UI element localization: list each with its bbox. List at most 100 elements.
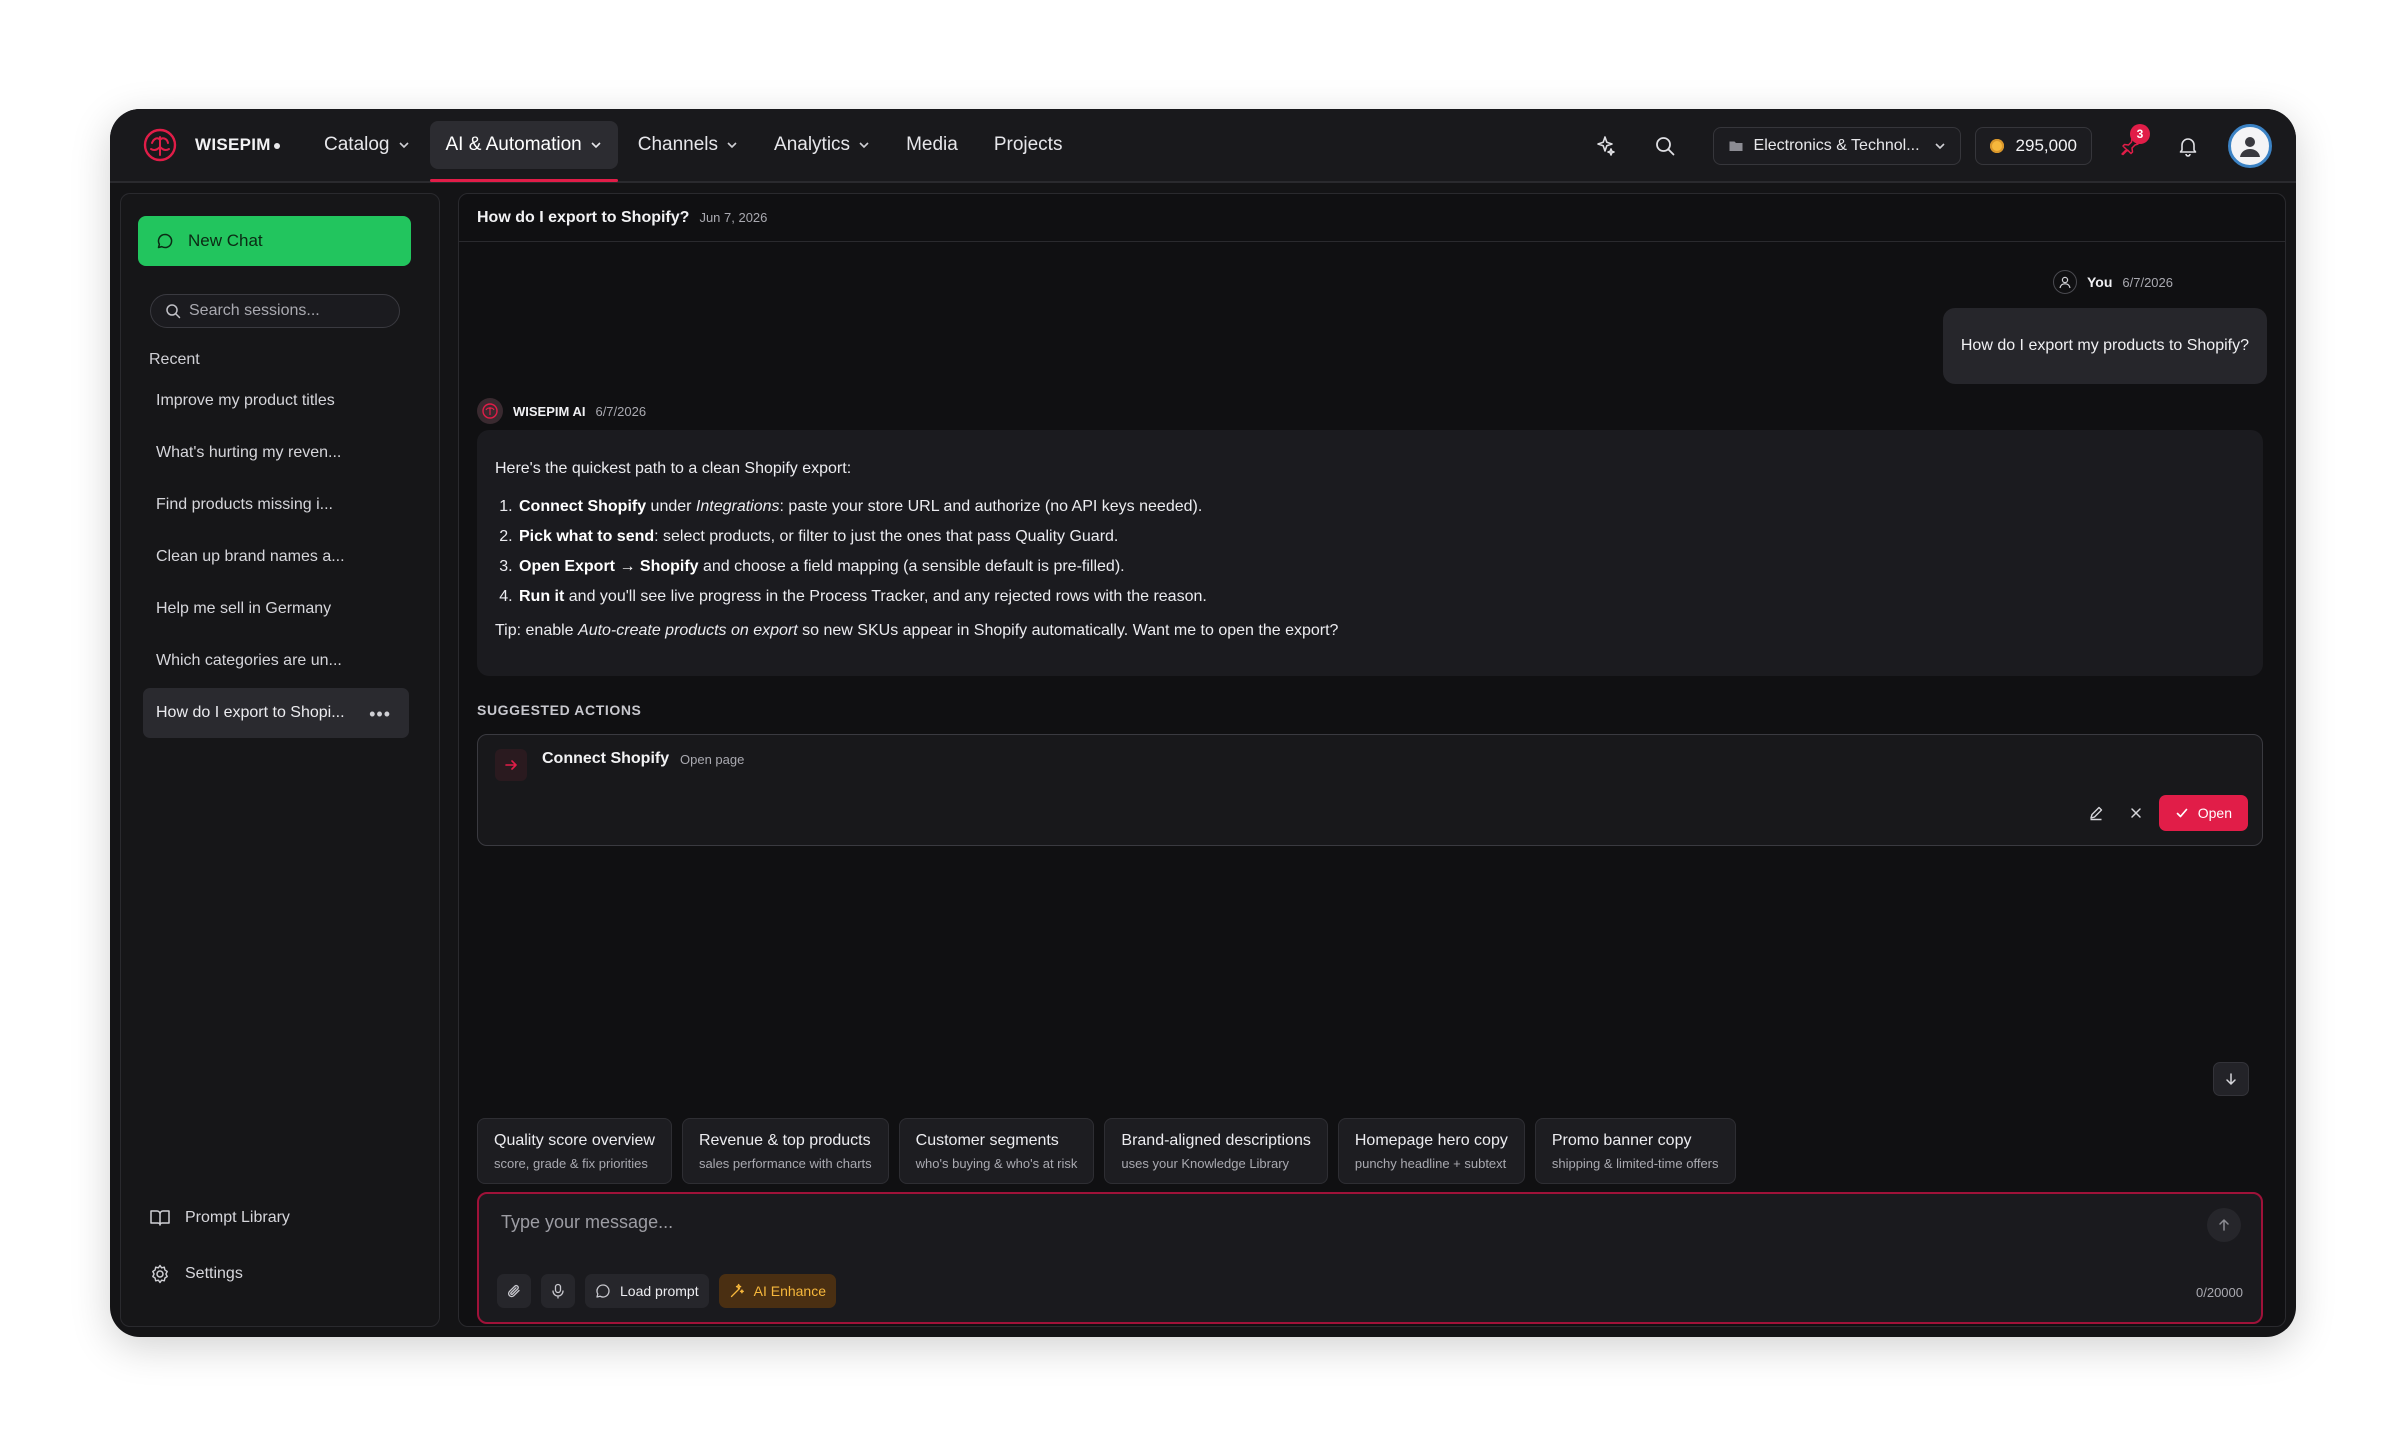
- session-title: Clean up brand names a...: [156, 548, 345, 565]
- chip-title: Promo banner copy: [1551, 1131, 1692, 1149]
- suggested-action-card[interactable]: Connect Shopify Open page Open: [477, 734, 2263, 846]
- chat-bubble-icon: [157, 233, 173, 249]
- quick-prompt-chip[interactable]: Brand-aligned descriptions uses your Know…: [1104, 1118, 1328, 1184]
- quick-prompt-chip[interactable]: Quality score overview score, grade & fix…: [477, 1118, 672, 1184]
- session-title: Improve my product titles: [156, 392, 335, 409]
- quick-prompt-chip[interactable]: Customer segments who's buying & who's at…: [898, 1118, 1095, 1184]
- ai-tip: Tip: enable Auto-create products on expo…: [495, 616, 2245, 646]
- sparkles-icon: [1596, 136, 1615, 156]
- credits-balance[interactable]: 295,000: [1974, 127, 2092, 165]
- step-item: Run it and you'll see live progress in t…: [517, 582, 2245, 612]
- session-item[interactable]: Which categories are un...: [143, 636, 409, 686]
- close-icon: [2131, 808, 2141, 818]
- tip-text: Tip: enable: [495, 622, 579, 639]
- new-chat-button[interactable]: New Chat: [138, 216, 411, 266]
- session-item[interactable]: Improve my product titles: [143, 376, 409, 426]
- nav-analytics[interactable]: Analytics: [758, 121, 886, 169]
- credits-value: 295,000: [2015, 136, 2077, 155]
- chip-subtitle: who's buying & who's at risk: [915, 1155, 1078, 1171]
- user-name: You: [2086, 274, 2113, 290]
- session-title: What's hurting my reven...: [156, 444, 342, 461]
- message-composer[interactable]: Type your message... Load prompt AI Enha…: [477, 1192, 2263, 1324]
- chevron-down-icon: [591, 142, 601, 149]
- sparkles-button[interactable]: [1583, 124, 1627, 168]
- search-button[interactable]: [1643, 124, 1687, 168]
- settings-link[interactable]: Settings: [149, 1263, 409, 1285]
- step-bold: Pick what to send: [519, 528, 655, 545]
- pencil-icon: [2090, 806, 2102, 821]
- chip-title: Quality score overview: [494, 1131, 655, 1149]
- tip-text: so new SKUs appear in Shopify automatica…: [797, 622, 1339, 639]
- edit-action-button[interactable]: [2079, 796, 2113, 830]
- search-sessions-input[interactable]: Search sessions...: [150, 294, 400, 328]
- step-bold: Run it: [519, 588, 565, 605]
- arrow-up-icon: [2219, 1219, 2229, 1231]
- session-item[interactable]: What's hurting my reven...: [143, 428, 409, 478]
- chat-sidebar: New Chat Search sessions... Recent Impro…: [120, 193, 440, 1327]
- load-prompt-label: Load prompt: [620, 1283, 699, 1299]
- chat-panel: How do I export to Shopify? Jun 7, 2026 …: [458, 193, 2286, 1327]
- voice-button[interactable]: [541, 1274, 575, 1308]
- quick-prompt-chip[interactable]: Revenue & top products sales performance …: [681, 1118, 889, 1184]
- chat-date: Jun 7, 2026: [699, 210, 768, 225]
- session-title: Which categories are un...: [156, 652, 342, 669]
- main-nav: Catalog AI & Automation Channels Analyti…: [308, 109, 1082, 182]
- nav-projects[interactable]: Projects: [978, 121, 1079, 169]
- ai-enhance-button[interactable]: AI Enhance: [718, 1274, 836, 1308]
- chevron-down-icon: [398, 142, 409, 149]
- quick-prompt-chip[interactable]: Homepage hero copy punchy headline + subt…: [1337, 1118, 1525, 1184]
- message-input-placeholder[interactable]: Type your message...: [501, 1212, 673, 1233]
- user-message-meta: You 6/7/2026: [2052, 270, 2173, 294]
- step-text: and choose a field mapping (a sensible d…: [698, 558, 1125, 575]
- pinned-button[interactable]: 3: [2108, 124, 2152, 168]
- nav-media[interactable]: Media: [890, 121, 974, 169]
- open-label: Open: [2197, 805, 2232, 821]
- step-italic: Integrations: [695, 498, 780, 515]
- send-button[interactable]: [2207, 1208, 2241, 1242]
- step-item: Open Export → Shopify and choose a field…: [517, 552, 2245, 582]
- dismiss-action-button[interactable]: [2119, 796, 2153, 830]
- chip-title: Revenue & top products: [698, 1131, 871, 1149]
- brand-dot: [273, 142, 280, 149]
- user-icon: [2052, 270, 2077, 294]
- recent-label: Recent: [149, 351, 200, 368]
- brain-logo-icon: [143, 128, 177, 162]
- user-message-bubble: How do I export my products to Shopify?: [1942, 308, 2267, 384]
- chip-subtitle: score, grade & fix priorities: [494, 1155, 648, 1171]
- store-selector[interactable]: Electronics & Technol...: [1712, 127, 1961, 165]
- step-text: and you'll see live progress in the Proc…: [564, 588, 1207, 605]
- nav-channels[interactable]: Channels: [622, 121, 754, 169]
- steps-list: Connect Shopify under Integrations: past…: [517, 492, 2245, 612]
- search-icon: [166, 304, 181, 319]
- prompt-library-link[interactable]: Prompt Library: [149, 1208, 409, 1228]
- user-avatar[interactable]: [2228, 124, 2272, 168]
- nav-ai-automation[interactable]: AI & Automation: [429, 121, 619, 182]
- session-item[interactable]: Clean up brand names a...: [143, 532, 409, 582]
- session-item[interactable]: Help me sell in Germany: [143, 584, 409, 634]
- top-right-tools: Electronics & Technol... 295,000 3: [1583, 109, 2296, 183]
- paperclip-icon: [507, 1284, 520, 1298]
- brand[interactable]: WISEPIM: [140, 125, 300, 165]
- arrow-down-icon: [2226, 1073, 2236, 1085]
- search-icon: [1655, 137, 1674, 156]
- check-icon: [2176, 808, 2188, 818]
- nav-label: Channels: [637, 134, 719, 155]
- open-action-button[interactable]: Open: [2158, 795, 2248, 831]
- ai-message-date: 6/7/2026: [595, 403, 647, 419]
- session-item[interactable]: Find products missing i...: [143, 480, 409, 530]
- prompt-icon: [596, 1284, 610, 1298]
- scroll-to-bottom-button[interactable]: [2213, 1062, 2249, 1096]
- notifications-button[interactable]: [2166, 124, 2210, 168]
- nav-catalog[interactable]: Catalog: [308, 121, 426, 169]
- step-text: under: [646, 498, 696, 515]
- session-title: Help me sell in Germany: [156, 600, 332, 617]
- quick-prompt-chip[interactable]: Promo banner copy shipping & limited-time…: [1534, 1118, 1736, 1184]
- load-prompt-button[interactable]: Load prompt: [585, 1274, 709, 1308]
- action-type: Open page: [680, 752, 745, 767]
- step-text: : select products, or filter to just the…: [654, 528, 1119, 545]
- session-item-active[interactable]: How do I export to Shopi... •••: [143, 688, 409, 738]
- action-buttons: Open: [2079, 795, 2248, 831]
- attach-button[interactable]: [497, 1274, 531, 1308]
- more-options-icon[interactable]: •••: [369, 704, 391, 725]
- notification-badge: 3: [2130, 124, 2150, 144]
